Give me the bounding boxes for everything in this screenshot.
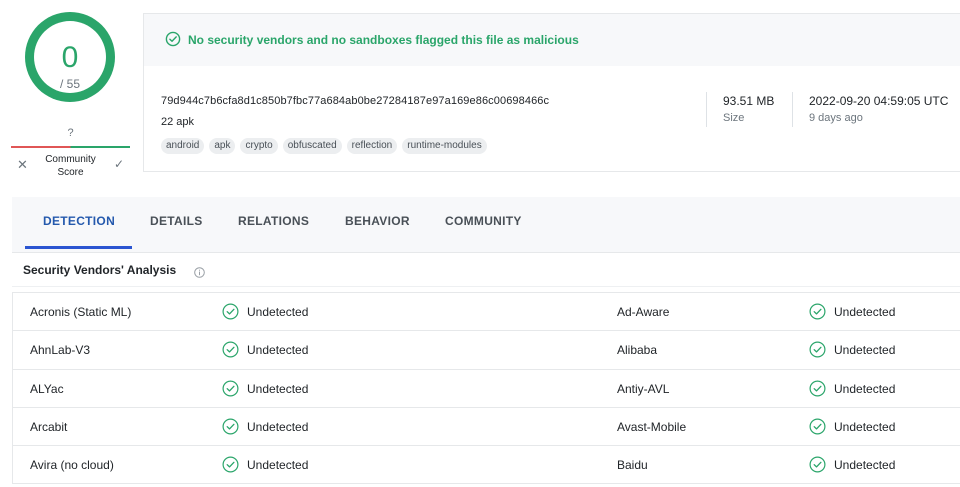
table-row: Acronis (Static ML) Undetected Ad-Aware … — [13, 293, 960, 332]
vendor-result: Undetected — [247, 305, 309, 319]
verdict-banner: No security vendors and no sandboxes fla… — [144, 14, 960, 66]
tab-relations[interactable]: RELATIONS — [238, 214, 309, 228]
verdict-message: No security vendors and no sandboxes fla… — [188, 33, 579, 47]
check-circle-icon — [222, 341, 239, 363]
vendor-result: Undetected — [834, 305, 896, 319]
tab-behavior[interactable]: BEHAVIOR — [345, 214, 410, 228]
vendor-name: Antiy-AVL — [617, 381, 670, 396]
vendor-result: Undetected — [834, 419, 896, 434]
vendor-name: Alibaba — [617, 343, 658, 358]
vendor-result: Undetected — [834, 381, 896, 396]
analysis-date-relative: 9 days ago — [809, 112, 863, 124]
section-title: Security Vendors' Analysis — [23, 263, 177, 277]
file-tags: android apk crypto obfuscated reflection… — [161, 138, 487, 154]
table-row: Arcabit Undetected Avast-Mobile Undetect… — [13, 407, 960, 447]
tab-detection[interactable]: DETECTION — [43, 214, 115, 228]
tab-details[interactable]: DETAILS — [150, 214, 203, 228]
table-row: Avira (no cloud) Undetected Baidu Undete… — [13, 446, 960, 485]
vendor-result: Undetected — [834, 343, 896, 358]
vendor-name: Acronis (Static ML) — [30, 305, 132, 319]
file-tag[interactable]: android — [161, 138, 205, 154]
vendor-name: Avast-Mobile — [617, 419, 687, 434]
vendor-name: Arcabit — [30, 419, 68, 434]
vote-malicious-icon[interactable]: ✕ — [17, 157, 28, 173]
vendor-result: Undetected — [834, 458, 896, 473]
info-icon[interactable] — [194, 265, 205, 283]
vendor-results-table: Acronis (Static ML) Undetected Ad-Aware … — [12, 292, 960, 485]
active-tab-indicator — [25, 246, 132, 249]
check-circle-icon — [809, 418, 826, 440]
vendor-result: Undetected — [247, 458, 309, 473]
vendor-result: Undetected — [247, 419, 309, 434]
table-row: AhnLab-V3 Undetected Alibaba Undetected — [13, 331, 960, 370]
divider — [792, 92, 793, 127]
check-circle-icon — [222, 456, 239, 478]
detection-score-gauge: 0 / 55 — [25, 12, 115, 102]
check-circle-icon — [809, 456, 826, 478]
file-tag[interactable]: reflection — [346, 138, 398, 154]
file-size-value: 93.51 MB — [723, 94, 775, 108]
vote-harmless-icon[interactable]: ✓ — [114, 157, 124, 171]
tab-community[interactable]: COMMUNITY — [445, 214, 522, 228]
vendor-name: ALYac — [30, 381, 64, 396]
divider — [706, 92, 707, 127]
vendor-name: Avira (no cloud) — [30, 458, 114, 473]
table-row: ALYac Undetected Antiy-AVL Undetected — [13, 369, 960, 408]
community-score-label: Community Score — [45, 154, 96, 178]
check-circle-icon — [809, 380, 826, 402]
report-tabs: DETECTION DETAILS RELATIONS BEHAVIOR COM… — [12, 197, 960, 253]
check-circle-icon — [222, 418, 239, 440]
detection-score-inner: 0 / 55 — [34, 21, 106, 93]
check-circle-icon — [165, 31, 181, 52]
check-circle-icon — [222, 380, 239, 402]
analysis-date: 2022-09-20 04:59:05 UTC — [809, 94, 949, 108]
divider — [12, 286, 960, 287]
vendor-name: AhnLab-V3 — [30, 343, 91, 358]
check-circle-icon — [222, 303, 239, 325]
vendor-name: Baidu — [617, 458, 648, 473]
file-name: 22 apk — [161, 116, 195, 128]
community-score-value: ? — [67, 127, 74, 139]
file-tag[interactable]: crypto — [240, 138, 278, 154]
check-circle-icon — [809, 303, 826, 325]
detection-score-total: / 55 — [59, 77, 80, 91]
file-size-label: Size — [723, 112, 745, 124]
file-summary-card: No security vendors and no sandboxes fla… — [143, 13, 960, 172]
detection-score-value: 0 — [61, 41, 79, 74]
check-circle-icon — [809, 341, 826, 363]
community-score-widget: ? ✕ Community Score ✓ — [11, 124, 130, 184]
file-tag[interactable]: runtime-modules — [402, 138, 487, 154]
vendor-name: Ad-Aware — [617, 305, 670, 319]
vendor-result: Undetected — [247, 381, 309, 396]
vendor-result: Undetected — [247, 343, 309, 358]
file-hash[interactable]: 79d944c7b6cfa8d1c850b7fbc77a684ab0be2728… — [161, 95, 549, 107]
community-score-bar — [11, 146, 130, 148]
file-tag[interactable]: apk — [209, 138, 236, 154]
file-tag[interactable]: obfuscated — [282, 138, 342, 154]
